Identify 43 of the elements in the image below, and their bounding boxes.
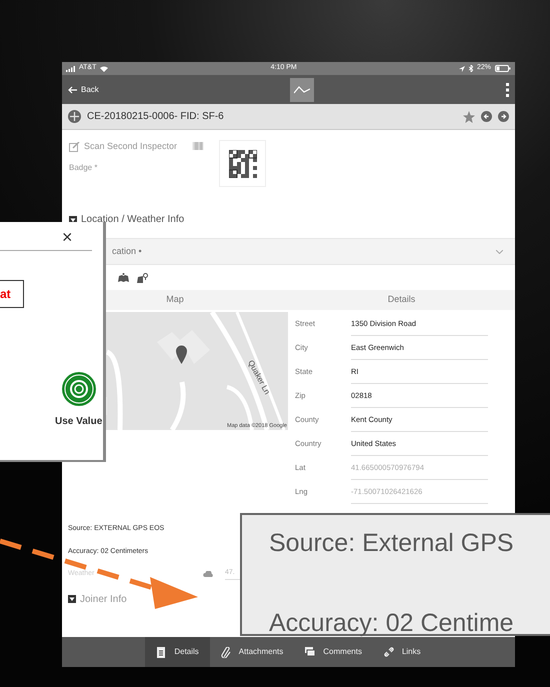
signal-icon bbox=[66, 66, 75, 72]
edit-icon bbox=[69, 142, 80, 152]
more-menu-icon[interactable] bbox=[506, 82, 509, 96]
column-header: Map bbox=[166, 293, 184, 306]
paperclip-icon bbox=[220, 646, 231, 658]
badge-label: Badge * bbox=[69, 162, 98, 174]
map-people-icon[interactable] bbox=[118, 273, 129, 282]
back-arrow-icon bbox=[68, 86, 77, 94]
bottom-tab[interactable]: Links bbox=[372, 637, 432, 667]
back-link[interactable]: Back bbox=[68, 84, 99, 96]
location-header: cation • bbox=[112, 244, 142, 258]
section-title: Joiner Info bbox=[80, 592, 127, 606]
bottom-tab[interactable]: Attachments bbox=[210, 637, 294, 667]
callout-text: Source: External GPS bbox=[269, 528, 514, 559]
star-icon[interactable] bbox=[463, 110, 475, 122]
next-icon[interactable] bbox=[498, 111, 509, 122]
chat-bubbles-icon bbox=[305, 646, 316, 658]
line-chart-icon bbox=[294, 86, 310, 94]
collapse-toggle-icon[interactable] bbox=[68, 595, 76, 603]
close-button[interactable]: × bbox=[62, 228, 73, 246]
document-icon bbox=[156, 646, 166, 658]
value-box: at bbox=[0, 280, 24, 308]
location-arrow-icon bbox=[458, 66, 465, 72]
callout-text: Accuracy: 02 Centime bbox=[269, 608, 514, 638]
battery-icon bbox=[495, 65, 511, 72]
chart-button[interactable] bbox=[290, 78, 314, 102]
bottom-tab[interactable]: Comments bbox=[294, 637, 373, 667]
target-icon bbox=[62, 372, 96, 406]
qr-code-icon bbox=[228, 150, 257, 178]
bluetooth-icon bbox=[468, 65, 473, 72]
section-title: Location / Weather Info bbox=[81, 213, 184, 227]
record-title: CE-20180215-0006- FID: SF-6 bbox=[87, 110, 225, 124]
record-type-icon bbox=[68, 110, 81, 123]
cloud-icon[interactable] bbox=[203, 570, 214, 577]
link-icon bbox=[384, 646, 394, 658]
previous-icon[interactable] bbox=[481, 111, 492, 122]
column-header: Details bbox=[388, 293, 416, 306]
barcode-icon[interactable] bbox=[193, 142, 204, 150]
wifi-icon bbox=[100, 66, 108, 72]
map-pin-add-icon[interactable] bbox=[137, 273, 148, 283]
use-value-button[interactable]: Use Value bbox=[55, 372, 102, 429]
bottom-tab[interactable]: Details bbox=[145, 637, 210, 667]
map-pin-icon bbox=[176, 346, 187, 364]
